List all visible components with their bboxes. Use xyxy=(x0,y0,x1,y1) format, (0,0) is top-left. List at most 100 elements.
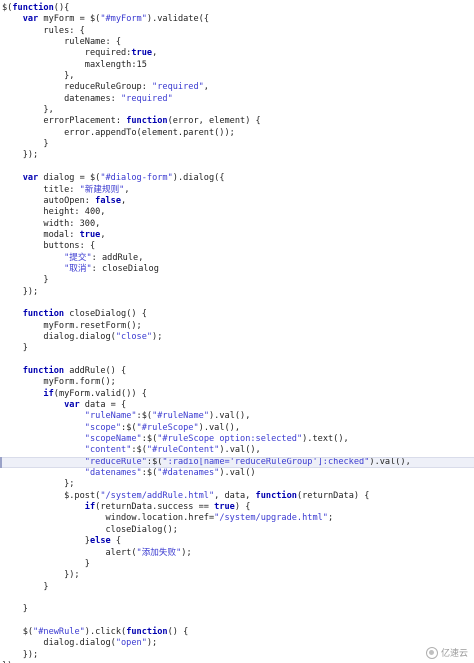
code-text: closeDialog() { xyxy=(64,309,147,320)
code-line[interactable]: var dialog = $("#dialog-form").dialog({ xyxy=(0,173,474,184)
code-line[interactable]: datenames: "required" xyxy=(0,94,474,105)
code-line[interactable]: } xyxy=(0,343,474,354)
code-string: "close" xyxy=(115,331,153,342)
code-text: rules: { xyxy=(2,25,85,36)
code-text: ) { xyxy=(234,502,251,513)
code-keyword: else xyxy=(89,536,111,547)
code-line[interactable]: }; xyxy=(0,479,474,490)
code-line[interactable]: window.location.href="/system/upgrade.ht… xyxy=(0,513,474,524)
code-line[interactable]: var myForm = $("#myForm").validate({ xyxy=(0,14,474,25)
code-line[interactable]: "content":$("#ruleContent").val(), xyxy=(0,445,474,456)
code-line[interactable]: } xyxy=(0,604,474,615)
code-text: ); xyxy=(152,331,163,342)
code-line[interactable]: dialog.dialog("open"); xyxy=(0,638,474,649)
code-line[interactable]: modal: true, xyxy=(0,230,474,241)
code-string: "/system/addRule.html" xyxy=(100,490,215,501)
code-line[interactable]: width: 300, xyxy=(0,219,474,230)
code-line[interactable]: function addRule() { xyxy=(0,366,474,377)
code-line[interactable]: } xyxy=(0,275,474,286)
code-line[interactable]: }); xyxy=(0,287,474,298)
code-text: myForm = $( xyxy=(38,14,101,25)
code-line[interactable]: $("#newRule").click(function() { xyxy=(0,627,474,638)
code-line[interactable]: var data = { xyxy=(0,400,474,411)
code-line[interactable]: dialog.dialog("close"); xyxy=(0,332,474,343)
code-line[interactable]: height: 400, xyxy=(0,207,474,218)
code-text: () { xyxy=(167,626,189,637)
code-line[interactable]: error.appendTo(element.parent()); xyxy=(0,128,474,139)
code-text: dialog.dialog( xyxy=(2,638,116,649)
code-line[interactable]: alert("添加失败"); xyxy=(0,548,474,559)
code-line[interactable]: "scopeName":$("#ruleScope option:selecte… xyxy=(0,434,474,445)
code-editor[interactable]: $(function(){ var myForm = $("#myForm").… xyxy=(0,0,474,663)
code-text: }); xyxy=(2,150,39,161)
code-line[interactable]: } xyxy=(0,139,474,150)
code-text: required: xyxy=(2,48,132,59)
code-line[interactable]: function closeDialog() { xyxy=(0,309,474,320)
code-string: "添加失败" xyxy=(136,547,182,558)
code-line[interactable]: }else { xyxy=(0,536,474,547)
code-text: ).text(), xyxy=(302,434,349,445)
code-line[interactable]: rules: { xyxy=(0,26,474,37)
code-line-highlighted[interactable]: "reduceRule":$(":radio[name='reduceRuleG… xyxy=(0,456,474,469)
code-line[interactable]: if(returnData.success == true) { xyxy=(0,502,474,513)
code-text: ruleName: { xyxy=(2,37,121,48)
code-line[interactable]: "取消": closeDialog xyxy=(0,264,474,275)
code-line[interactable]: autoOpen: false, xyxy=(0,196,474,207)
code-text: ).dialog({ xyxy=(172,173,225,184)
code-line[interactable] xyxy=(0,593,474,604)
code-line[interactable] xyxy=(0,162,474,173)
code-line[interactable]: if(myForm.valid()) { xyxy=(0,389,474,400)
code-line[interactable]: "ruleName":$("#ruleName").val(), xyxy=(0,411,474,422)
code-keyword: function xyxy=(12,3,54,13)
code-line[interactable]: errorPlacement: function(error, element)… xyxy=(0,116,474,127)
code-line[interactable] xyxy=(0,355,474,366)
code-string: "ruleName" xyxy=(84,411,137,422)
code-string: "required" xyxy=(121,93,173,104)
code-line[interactable]: $(function(){ xyxy=(0,3,474,14)
code-line[interactable]: }); xyxy=(0,650,474,661)
code-text: } xyxy=(2,558,90,569)
code-line[interactable]: } xyxy=(0,582,474,593)
code-line[interactable]: buttons: { xyxy=(0,241,474,252)
code-line[interactable]: } xyxy=(0,559,474,570)
code-line[interactable]: ruleName: { xyxy=(0,37,474,48)
code-line[interactable]: }); xyxy=(0,570,474,581)
code-text: } xyxy=(2,536,90,547)
code-line[interactable]: }); xyxy=(0,150,474,161)
code-line[interactable]: }, xyxy=(0,105,474,116)
code-line[interactable]: $.post("/system/addRule.html", data, fun… xyxy=(0,491,474,502)
code-text: $( xyxy=(2,3,13,13)
code-text: ).val(), xyxy=(198,422,241,433)
code-line[interactable] xyxy=(0,298,474,309)
code-text: , xyxy=(124,184,130,195)
code-text: , xyxy=(152,48,158,59)
code-line[interactable]: "scope":$("#ruleScope").val(), xyxy=(0,423,474,434)
code-text: } xyxy=(2,139,49,150)
code-keyword: function xyxy=(126,626,168,637)
code-line[interactable]: closeDialog(); xyxy=(0,525,474,536)
code-text: , xyxy=(203,82,209,93)
code-line[interactable]: myForm.form(); xyxy=(0,377,474,388)
code-text: : closeDialog xyxy=(91,263,159,274)
code-text: :$( xyxy=(121,422,137,433)
code-text: :$( xyxy=(136,411,153,422)
code-line[interactable] xyxy=(0,616,474,627)
code-line[interactable]: "datenames":$("#datenames").val() xyxy=(0,468,474,479)
code-line[interactable]: "提交": addRule, xyxy=(0,253,474,264)
code-text: : addRule, xyxy=(91,252,144,263)
code-text: $.post( xyxy=(2,490,101,501)
code-line[interactable]: myForm.resetForm(); xyxy=(0,321,474,332)
code-line[interactable]: }, xyxy=(0,71,474,82)
code-text: ).val(), xyxy=(369,456,411,467)
code-text: width: 300, xyxy=(2,218,101,229)
code-line[interactable]: title: "新建规则", xyxy=(0,185,474,196)
code-line[interactable]: required:true, xyxy=(0,48,474,59)
code-line[interactable]: reduceRuleGroup: "required", xyxy=(0,82,474,93)
code-line[interactable]: maxlength:15 xyxy=(0,60,474,71)
